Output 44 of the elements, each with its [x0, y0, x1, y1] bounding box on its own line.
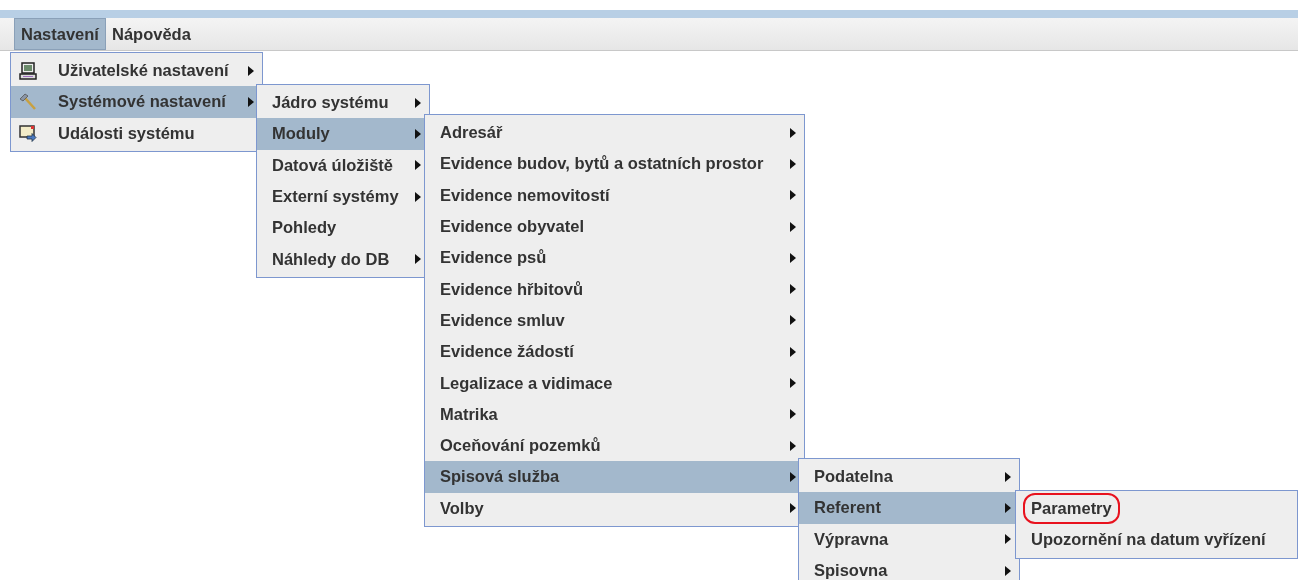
menu-item-label: Oceňování pozemků: [440, 436, 601, 456]
menu-item[interactable]: Evidence obyvatel: [425, 210, 804, 243]
menu-item-label: Datová úložiště: [272, 155, 394, 175]
menu-item-label: Systémové nastavení: [58, 92, 226, 112]
menu-item-label: Události systému: [58, 123, 195, 143]
menu-item-label: Matrika: [440, 404, 498, 424]
menu-item[interactable]: Legalizace a vidimace: [425, 367, 804, 399]
menu-bar-item[interactable]: Nápověda: [105, 18, 197, 50]
menu-item[interactable]: Parametry: [1016, 493, 1297, 525]
menu-item-label: Podatelna: [814, 467, 893, 487]
menu-item-label: Moduly: [272, 124, 330, 144]
menu-item[interactable]: Spisovna: [799, 554, 1019, 580]
menu-item[interactable]: Evidence žádostí: [425, 336, 804, 368]
menu-item[interactable]: Uživatelské nastavení: [11, 55, 262, 87]
menu-item-label: Evidence budov, bytů a ostatních prostor: [440, 154, 764, 174]
menu-item-label: Referent: [814, 498, 881, 518]
menu-item-label: Výpravna: [814, 529, 889, 549]
menu-item-label: Evidence hřbitovů: [440, 279, 584, 299]
menu-item[interactable]: Matrika: [425, 398, 804, 430]
menu-item[interactable]: Oceňování pozemků: [425, 429, 804, 462]
hammer-icon: [19, 92, 37, 111]
menu-item-label: Adresář: [440, 123, 503, 143]
menu-item-label: Spisovna: [814, 561, 888, 580]
menu-item-label: Uživatelské nastavení: [58, 61, 229, 81]
menu-item-label: Evidence smluv: [440, 310, 565, 330]
computer-icon: [19, 61, 37, 80]
menu-item[interactable]: Výpravna: [799, 523, 1019, 555]
menu-item-label: Pohledy: [272, 218, 337, 238]
menu-item-label: Evidence obyvatel: [440, 217, 584, 237]
menu-item-label: Náhledy do DB: [272, 249, 390, 269]
menu-item-label: Evidence nemovitostí: [440, 185, 610, 205]
menu-item[interactable]: Evidence smluv: [425, 304, 804, 337]
menu-item-label: Externí systémy: [272, 187, 399, 207]
menu-item[interactable]: Evidence hřbitovů: [425, 273, 804, 305]
event-window-icon: [19, 124, 37, 143]
menu-item-label: Spisová služba: [440, 467, 560, 487]
menu-item-label: Jádro systému: [272, 93, 389, 113]
menu-item-label: Upozornění na datum vyřízení: [1031, 530, 1266, 550]
menu-item-label: Evidence žádostí: [440, 342, 574, 362]
menu-item[interactable]: Upozornění na datum vyřízení: [1016, 524, 1297, 556]
menu-item-label: Legalizace a vidimace: [440, 373, 613, 393]
menu-item-label: Evidence psů: [440, 248, 547, 268]
menu-bar-item[interactable]: Nastavení: [14, 18, 106, 50]
menu-item-label: Volby: [440, 498, 484, 518]
